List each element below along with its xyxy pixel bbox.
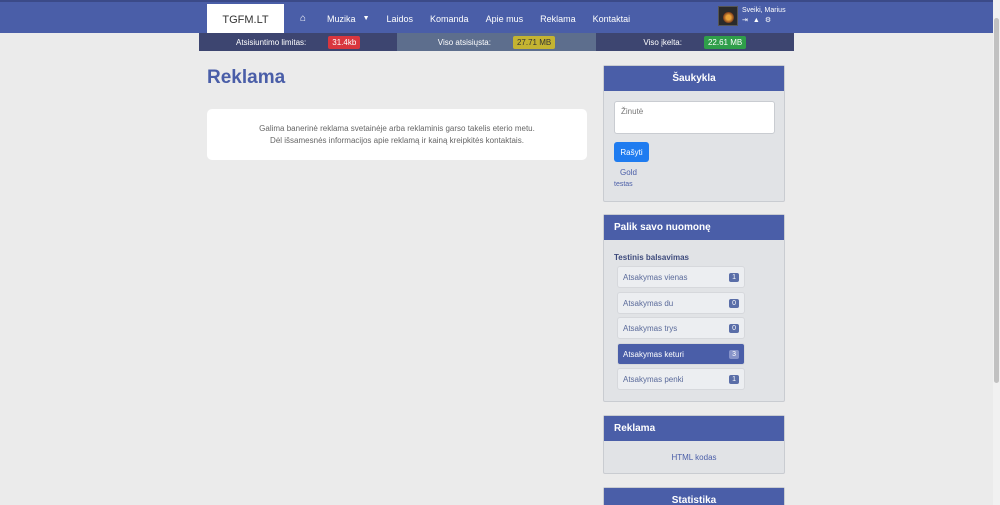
nav-item-laidos[interactable]: Laidos	[387, 14, 414, 24]
brand-logo[interactable]: TGFM.LT	[207, 4, 284, 35]
statistics-card: Statistika	[603, 487, 785, 505]
bell-icon[interactable]: ▲	[753, 16, 760, 25]
poll-option[interactable]: Atsakymas trys 0	[617, 317, 745, 339]
content-card: Galima banerinė reklama svetainėje arba …	[207, 109, 587, 160]
stat-download-limit: Atsisiuntimo limitas: 31.4kb	[199, 33, 398, 51]
nav-item-apie-mus[interactable]: Apie mus	[486, 14, 524, 24]
vote-count: 3	[729, 349, 739, 359]
poll-option[interactable]: Atsakymas du 0	[617, 292, 745, 314]
nav-item-muzika[interactable]: Muzika ▼	[327, 14, 369, 24]
nav-item-komanda[interactable]: Komanda	[430, 14, 469, 24]
content-line-2: Dėl išsamesnės informacijos apie reklamą…	[270, 135, 524, 145]
user-greeting: Sveiki, Marius	[742, 7, 786, 14]
scrollbar[interactable]	[993, 0, 1000, 505]
ad-title: Reklama	[604, 416, 784, 441]
stat-total-downloaded: Viso atsisiųsta: 27.71 MB	[397, 33, 596, 51]
vote-count: 0	[729, 298, 739, 308]
status-badge: 27.71 MB	[512, 35, 556, 49]
stat-total-uploaded: Viso įkelta: 22.61 MB	[595, 33, 794, 51]
stats-bar: Atsisiuntimo limitas: 31.4kb Viso atsisi…	[199, 33, 794, 51]
vote-count: 1	[729, 374, 739, 384]
shoutbox-title: Šaukykla	[604, 66, 784, 91]
logout-icon[interactable]: ⇥	[742, 16, 748, 25]
home-link[interactable]: ⌂	[300, 13, 310, 24]
status-badge: 31.4kb	[328, 35, 361, 49]
statistics-title: Statistika	[604, 488, 784, 505]
scroll-thumb[interactable]	[994, 18, 999, 383]
shout-username[interactable]: Gold	[620, 168, 637, 177]
home-icon: ⌂	[300, 13, 307, 24]
poll-option[interactable]: Atsakymas keturi 3	[617, 343, 745, 365]
shoutbox-card: Šaukykla Žinutė Rašyti Gold testas	[603, 65, 785, 202]
gear-icon[interactable]: ⚙	[765, 16, 771, 25]
shout-message: testas	[614, 181, 633, 188]
poll-question: Testinis balsavimas	[614, 253, 689, 262]
poll-card: Palik savo nuomonę Testinis balsavimas A…	[603, 214, 785, 402]
chevron-down-icon: ▼	[362, 15, 370, 22]
ad-card: Reklama HTML kodas	[603, 415, 785, 474]
vote-count: 1	[729, 272, 739, 282]
status-badge: 22.61 MB	[703, 35, 747, 49]
nav-item-kontaktai[interactable]: Kontaktai	[593, 14, 631, 24]
message-input[interactable]: Žinutė	[614, 101, 775, 134]
page-title: Reklama	[207, 67, 286, 88]
content-line-1: Galima banerinė reklama svetainėje arba …	[259, 123, 535, 133]
poll-title: Palik savo nuomonę	[604, 215, 784, 240]
vote-count: 0	[729, 323, 739, 333]
top-navbar: TGFM.LT ⌂ Muzika ▼ Laidos Komanda Apie m…	[0, 0, 993, 35]
write-button[interactable]: Rašyti	[614, 142, 649, 162]
html-code-link[interactable]: HTML kodas	[604, 453, 784, 462]
avatar[interactable]	[718, 6, 738, 26]
poll-option[interactable]: Atsakymas penki 1	[617, 368, 745, 390]
nav-item-reklama[interactable]: Reklama	[540, 14, 576, 24]
main-nav: ⌂ Muzika ▼ Laidos Komanda Apie mus Rekla…	[300, 2, 647, 35]
poll-option[interactable]: Atsakymas vienas 1	[617, 266, 745, 288]
user-menu: Sveiki, Marius ⇥ ▲ ⚙	[718, 6, 786, 26]
